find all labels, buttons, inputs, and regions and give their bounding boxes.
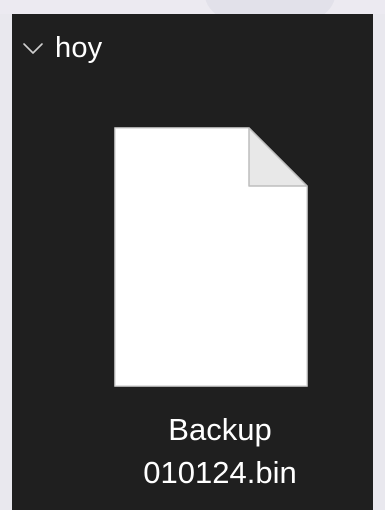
desktop-background: hoy Backup 010124.bin	[0, 0, 385, 510]
generic-file-icon	[114, 127, 308, 387]
file-name-line-1: Backup	[168, 412, 272, 447]
file-item-backup[interactable]: Backup 010124.bin	[95, 118, 345, 510]
group-header-hoy[interactable]: hoy	[22, 28, 102, 68]
file-name-label: Backup 010124.bin	[95, 408, 345, 494]
group-label: hoy	[55, 32, 103, 64]
chevron-down-icon[interactable]	[22, 40, 44, 56]
file-name-line-2: 010124.bin	[143, 455, 297, 490]
